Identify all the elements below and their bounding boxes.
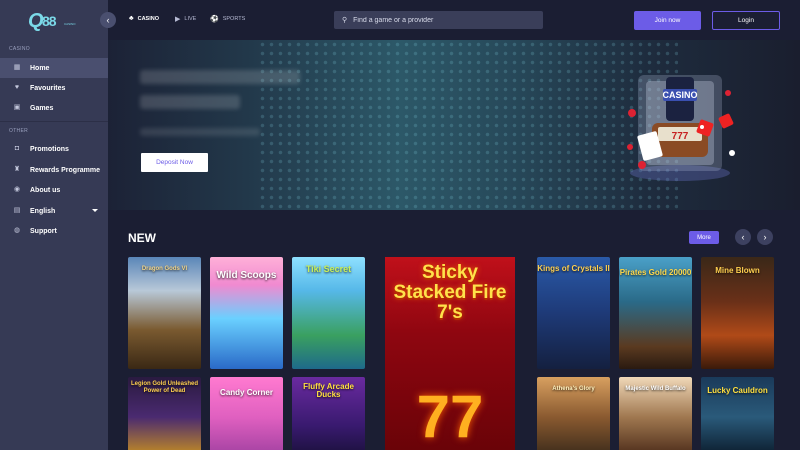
game-title: Dragon Gods VI <box>141 266 188 272</box>
banner-subtext-blur <box>140 128 260 136</box>
game-tile[interactable]: Wild Scoops <box>210 257 283 369</box>
club-icon: ♣ <box>129 15 134 22</box>
sidebar: Q 88 CASINO CASINO ▦ Home ♥ Favourites ▣… <box>0 0 108 450</box>
sidebar-item-home[interactable]: ▦ Home <box>0 58 108 78</box>
language-selector[interactable]: ▤ English <box>0 201 108 221</box>
search-icon: ⚲ <box>342 17 348 24</box>
slot-icon: ▣ <box>13 104 21 111</box>
sidebar-section-casino: CASINO <box>9 46 30 52</box>
game-title: Mine Blown <box>715 266 760 275</box>
sidebar-item-label: Home <box>30 64 50 72</box>
chevron-down-icon <box>92 209 98 212</box>
login-button[interactable]: Login <box>712 11 780 30</box>
tab-label: LIVE <box>184 16 197 22</box>
sidebar-item-label: Favourites <box>30 84 66 92</box>
game-title: Majestic Wild Buffalo <box>625 386 686 392</box>
carousel-next-button[interactable]: › <box>757 229 773 245</box>
grid-icon: ▦ <box>13 64 21 71</box>
game-title: Tiki Secret <box>305 264 352 274</box>
video-icon: ▶ <box>175 16 181 23</box>
sidebar-item-label: English <box>30 207 56 215</box>
sidebar-section-other: OTHER <box>9 128 28 134</box>
sidebar-item-label: About us <box>30 186 61 194</box>
sidebar-item-label: Games <box>30 104 54 112</box>
sidebar-divider <box>0 121 108 122</box>
game-tile[interactable]: Legion Gold Unleashed Power of Dead <box>128 377 201 450</box>
tab-sports[interactable]: ⚽ SPORTS <box>210 15 245 23</box>
banner-headline-blur <box>140 95 240 109</box>
join-button[interactable]: Join now <box>634 11 701 30</box>
game-tile[interactable]: Mine Blown <box>701 257 774 369</box>
game-tile[interactable]: Candy Corner <box>210 377 283 450</box>
game-tile[interactable]: Fluffy Arcade Ducks <box>292 377 365 450</box>
sidebar-collapse-button[interactable]: ‹ <box>100 12 116 28</box>
game-title: Athena's Glory <box>552 386 595 392</box>
game-title: Lucky Cauldron <box>707 386 768 395</box>
casino-illustration: CASINO 777 <box>627 75 735 181</box>
game-tile-featured[interactable]: Sticky Stacked Fire 7's 77 <box>385 257 515 450</box>
sidebar-item-favourites[interactable]: ♥ Favourites <box>0 78 108 98</box>
game-title: Fluffy Arcade Ducks <box>303 382 354 399</box>
game-tile[interactable]: Tiki Secret <box>292 257 365 369</box>
sidebar-item-about[interactable]: ◉ About us <box>0 180 108 200</box>
section-title-new: NEW <box>128 231 156 245</box>
chevron-right-icon: › <box>763 232 767 242</box>
svg-text:777: 777 <box>672 131 689 142</box>
game-title: Legion Gold Unleashed Power of Dead <box>130 381 198 394</box>
search-bar[interactable]: ⚲ <box>334 11 543 29</box>
game-title: Wild Scoops <box>216 270 277 281</box>
chevron-left-icon: ‹ <box>106 15 110 25</box>
sidebar-item-label: Support <box>30 227 57 235</box>
sidebar-item-label: Promotions <box>30 145 69 153</box>
more-button[interactable]: More <box>689 231 719 244</box>
gift-icon: ◘ <box>14 145 20 152</box>
tab-label: SPORTS <box>222 16 246 22</box>
game-title: Kings of Crystals II <box>537 264 610 273</box>
game-tile[interactable]: Athena's Glory <box>537 377 610 450</box>
flag-icon: ▤ <box>13 207 21 214</box>
casino-sign-text: CASINO <box>662 90 697 100</box>
info-icon: ◉ <box>13 186 21 193</box>
tab-live[interactable]: ▶ LIVE <box>175 15 196 23</box>
logo-number: 88 <box>42 13 57 29</box>
game-tile[interactable]: Dragon Gods VI <box>128 257 201 369</box>
deposit-now-button[interactable]: Deposit Now <box>141 153 208 172</box>
banner-headline-blur <box>140 70 300 84</box>
game-tile[interactable]: Lucky Cauldron <box>701 377 774 450</box>
brand-logo[interactable]: Q 88 CASINO <box>28 10 80 34</box>
sevens-graphic: 77 <box>416 383 484 450</box>
trophy-icon: ♜ <box>13 166 21 173</box>
game-tile[interactable]: Pirates Gold 20000 <box>619 257 692 369</box>
carousel-prev-button[interactable]: ‹ <box>735 229 751 245</box>
tab-casino[interactable]: ♣ CASINO <box>129 15 159 22</box>
chat-icon: ◍ <box>13 227 21 234</box>
game-tile[interactable]: Kings of Crystals II <box>537 257 610 369</box>
game-title: Pirates Gold 20000 <box>619 268 692 277</box>
sidebar-item-label: Rewards Programme <box>30 166 101 174</box>
game-title: Candy Corner <box>220 388 273 397</box>
chevron-left-icon: ‹ <box>741 232 745 242</box>
game-tile[interactable]: Majestic Wild Buffalo <box>619 377 692 450</box>
sidebar-item-support[interactable]: ◍ Support <box>0 221 108 241</box>
sidebar-item-rewards[interactable]: ♜ Rewards Programme <box>0 160 108 180</box>
ball-icon: ⚽ <box>210 16 219 23</box>
sidebar-item-games[interactable]: ▣ Games <box>0 98 108 118</box>
tab-label: CASINO <box>137 15 159 22</box>
search-input[interactable] <box>353 16 534 24</box>
sidebar-item-promotions[interactable]: ◘ Promotions <box>0 139 108 159</box>
logo-sub: CASINO <box>64 22 76 26</box>
game-title: Sticky Stacked Fire 7's <box>393 262 507 323</box>
heart-icon: ♥ <box>14 84 20 91</box>
